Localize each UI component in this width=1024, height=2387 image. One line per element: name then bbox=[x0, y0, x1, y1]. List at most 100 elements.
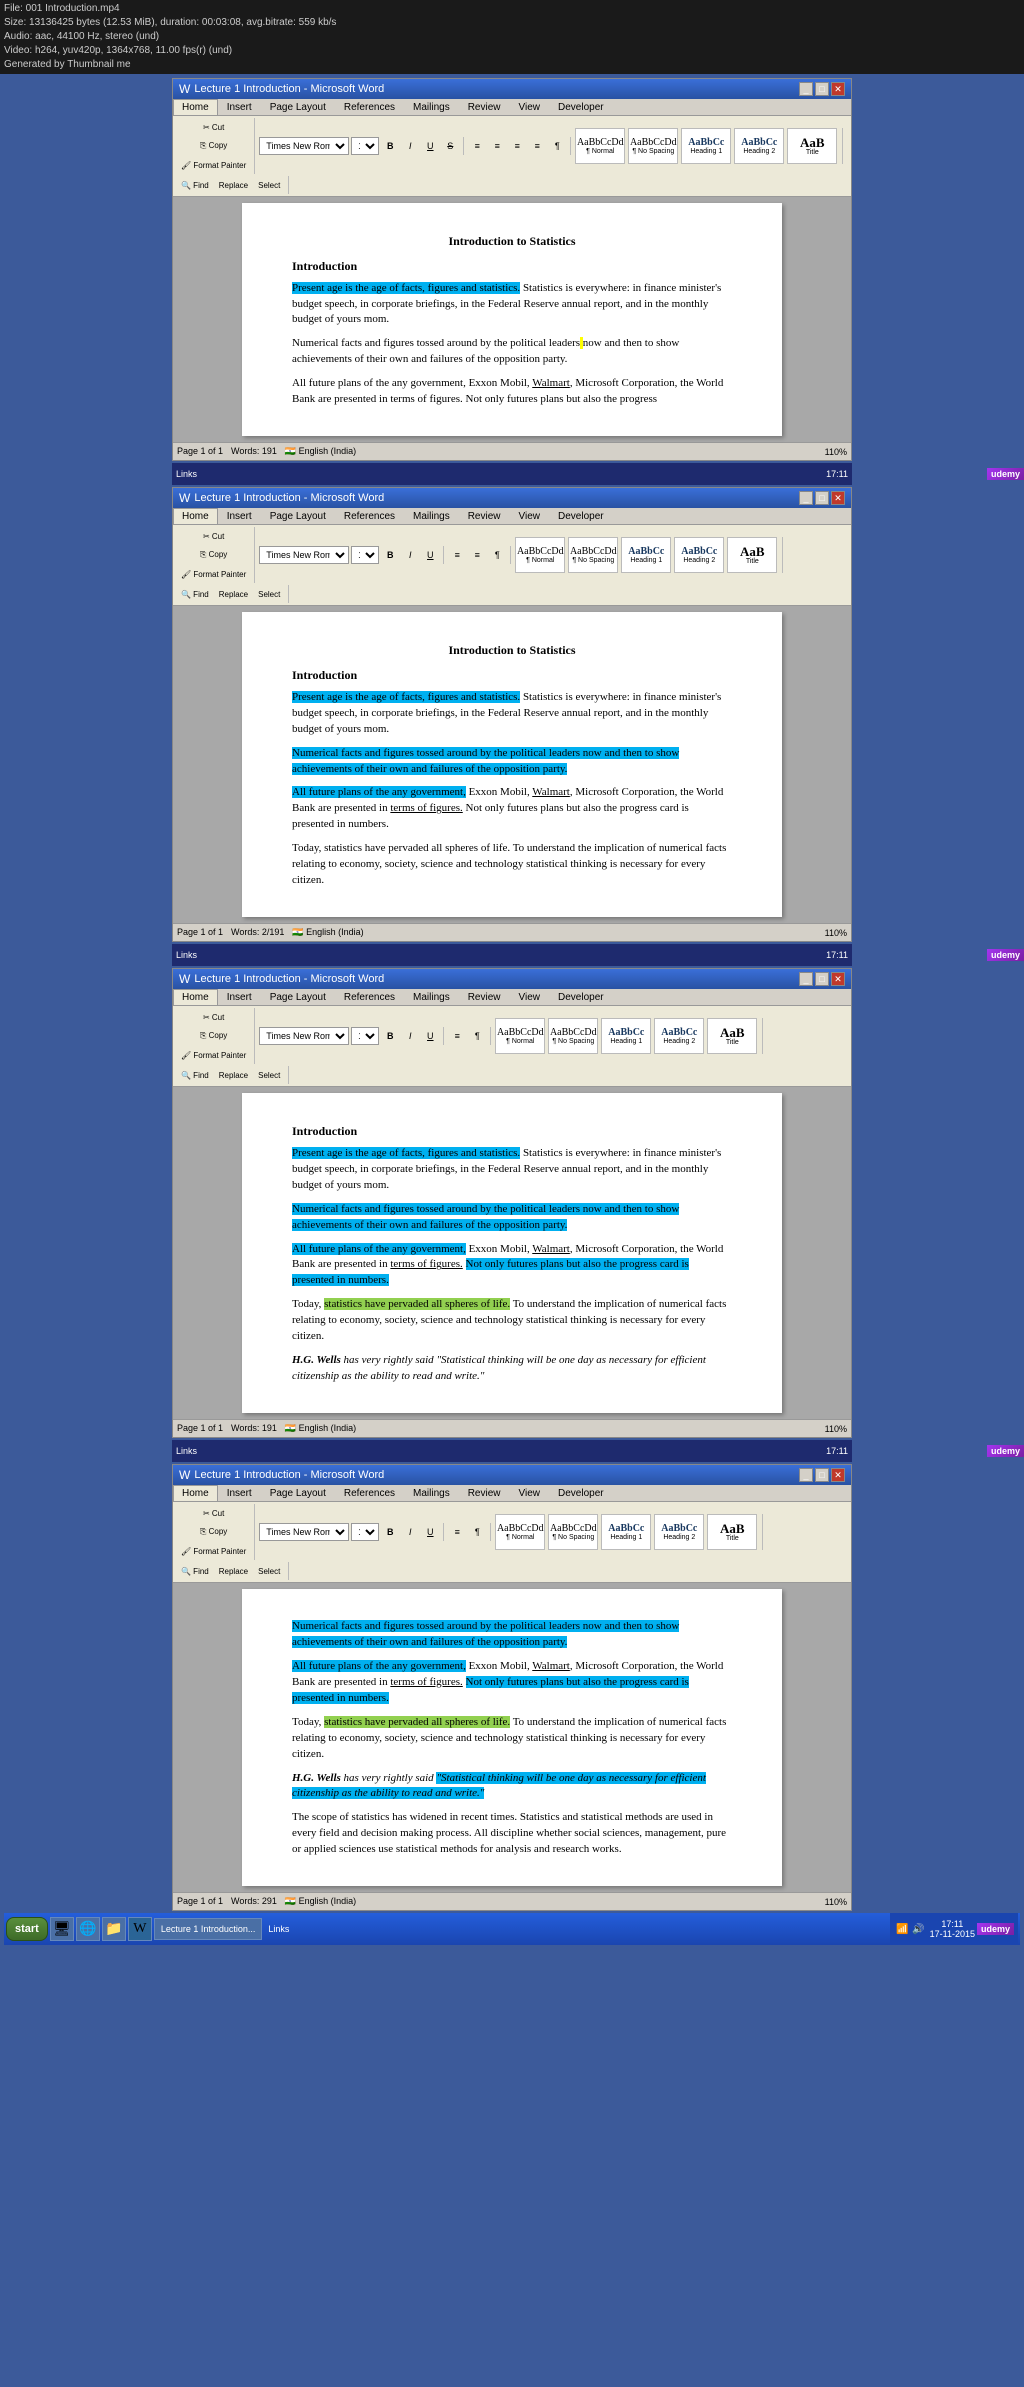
minimize-button-1[interactable]: _ bbox=[799, 82, 813, 96]
replace-button-2[interactable]: Replace bbox=[215, 585, 252, 603]
find-button-1[interactable]: 🔍 Find bbox=[177, 176, 213, 194]
cut-button-3[interactable]: ✂ Cut bbox=[177, 1008, 250, 1026]
align-left-4[interactable]: ≡ bbox=[448, 1523, 466, 1541]
tab-references-1[interactable]: References bbox=[335, 99, 404, 115]
tab-insert-2[interactable]: Insert bbox=[218, 508, 261, 524]
style-normal-2[interactable]: AaBbCcDd ¶ Normal bbox=[515, 537, 565, 573]
bold-button-4[interactable]: B bbox=[381, 1523, 399, 1541]
style-title-1[interactable]: AaB Title bbox=[787, 128, 837, 164]
underline-button-3[interactable]: U bbox=[421, 1027, 439, 1045]
align-left-1[interactable]: ≡ bbox=[468, 137, 486, 155]
tab-references-3[interactable]: References bbox=[335, 989, 404, 1005]
minimize-button-4[interactable]: _ bbox=[799, 1468, 813, 1482]
format-painter-1[interactable]: 🖌 Format Painter bbox=[177, 156, 250, 174]
start-button[interactable]: start bbox=[6, 1917, 48, 1941]
font-size-1[interactable]: 12 bbox=[351, 137, 379, 155]
tab-pagelayout-3[interactable]: Page Layout bbox=[261, 989, 335, 1005]
justify-1[interactable]: ≡ bbox=[528, 137, 546, 155]
minimize-button-2[interactable]: _ bbox=[799, 491, 813, 505]
style-heading1-1[interactable]: AaBbCc Heading 1 bbox=[681, 128, 731, 164]
close-button-1[interactable]: ✕ bbox=[831, 82, 845, 96]
style-nospacing-2[interactable]: AaBbCcDd ¶ No Spacing bbox=[568, 537, 618, 573]
maximize-button-1[interactable]: □ bbox=[815, 82, 829, 96]
format-painter-2[interactable]: 🖌 Format Painter bbox=[177, 565, 250, 583]
select-button-1[interactable]: Select bbox=[254, 176, 284, 194]
tab-review-4[interactable]: Review bbox=[459, 1485, 510, 1501]
style-heading1-4[interactable]: AaBbCc Heading 1 bbox=[601, 1514, 651, 1550]
copy-button-3[interactable]: ⎘ Copy bbox=[177, 1027, 250, 1045]
format-painter-3[interactable]: 🖌 Format Painter bbox=[177, 1046, 250, 1064]
tab-review-1[interactable]: Review bbox=[459, 99, 510, 115]
tab-developer-2[interactable]: Developer bbox=[549, 508, 613, 524]
tab-home-2[interactable]: Home bbox=[173, 508, 218, 524]
align-right-1[interactable]: ≡ bbox=[508, 137, 526, 155]
bold-button-3[interactable]: B bbox=[381, 1027, 399, 1045]
align-left-3[interactable]: ≡ bbox=[448, 1027, 466, 1045]
align-center-2[interactable]: ≡ bbox=[468, 546, 486, 564]
bold-button-2[interactable]: B bbox=[381, 546, 399, 564]
maximize-button-3[interactable]: □ bbox=[815, 972, 829, 986]
style-title-2[interactable]: AaB Title bbox=[727, 537, 777, 573]
font-selector-2[interactable]: Times New Roman bbox=[259, 546, 349, 564]
find-button-4[interactable]: 🔍 Find bbox=[177, 1562, 213, 1580]
tab-developer-4[interactable]: Developer bbox=[549, 1485, 613, 1501]
underline-button-2[interactable]: U bbox=[421, 546, 439, 564]
taskbar-icon-1[interactable]: 🖥 bbox=[50, 1917, 74, 1941]
tab-mailings-3[interactable]: Mailings bbox=[404, 989, 459, 1005]
tab-pagelayout-1[interactable]: Page Layout bbox=[261, 99, 335, 115]
doc-page-2[interactable]: Introduction to Statistics Introduction … bbox=[242, 612, 782, 917]
find-button-2[interactable]: 🔍 Find bbox=[177, 585, 213, 603]
style-heading2-2[interactable]: AaBbCc Heading 2 bbox=[674, 537, 724, 573]
strikethrough-button-1[interactable]: S bbox=[441, 137, 459, 155]
font-size-2[interactable]: 12 bbox=[351, 546, 379, 564]
close-button-3[interactable]: ✕ bbox=[831, 972, 845, 986]
style-title-4[interactable]: AaB Title bbox=[707, 1514, 757, 1550]
tab-insert-4[interactable]: Insert bbox=[218, 1485, 261, 1501]
font-selector-3[interactable]: Times New Roman bbox=[259, 1027, 349, 1045]
close-button-2[interactable]: ✕ bbox=[831, 491, 845, 505]
cut-button-1[interactable]: ✂ Cut bbox=[177, 118, 250, 136]
taskbar-icon-3[interactable]: 📁 bbox=[102, 1917, 126, 1941]
paragraph-mark-1[interactable]: ¶ bbox=[548, 137, 566, 155]
underline-button-1[interactable]: U bbox=[421, 137, 439, 155]
style-heading2-3[interactable]: AaBbCc Heading 2 bbox=[654, 1018, 704, 1054]
select-button-4[interactable]: Select bbox=[254, 1562, 284, 1580]
tab-references-4[interactable]: References bbox=[335, 1485, 404, 1501]
close-button-4[interactable]: ✕ bbox=[831, 1468, 845, 1482]
tab-review-2[interactable]: Review bbox=[459, 508, 510, 524]
minimize-button-3[interactable]: _ bbox=[799, 972, 813, 986]
bold-button-1[interactable]: B bbox=[381, 137, 399, 155]
select-button-2[interactable]: Select bbox=[254, 585, 284, 603]
tab-view-1[interactable]: View bbox=[510, 99, 550, 115]
tab-review-3[interactable]: Review bbox=[459, 989, 510, 1005]
tab-mailings-2[interactable]: Mailings bbox=[404, 508, 459, 524]
style-heading1-3[interactable]: AaBbCc Heading 1 bbox=[601, 1018, 651, 1054]
doc-page-1[interactable]: Introduction to Statistics Introduction … bbox=[242, 203, 782, 436]
style-nospacing-3[interactable]: AaBbCcDd ¶ No Spacing bbox=[548, 1018, 598, 1054]
replace-button-3[interactable]: Replace bbox=[215, 1066, 252, 1084]
find-button-3[interactable]: 🔍 Find bbox=[177, 1066, 213, 1084]
tab-references-2[interactable]: References bbox=[335, 508, 404, 524]
italic-button-2[interactable]: I bbox=[401, 546, 419, 564]
font-selector-1[interactable]: Times New Roman bbox=[259, 137, 349, 155]
style-normal-3[interactable]: AaBbCcDd ¶ Normal bbox=[495, 1018, 545, 1054]
style-heading2-1[interactable]: AaBbCc Heading 2 bbox=[734, 128, 784, 164]
font-size-3[interactable]: 12 bbox=[351, 1027, 379, 1045]
italic-button-3[interactable]: I bbox=[401, 1027, 419, 1045]
style-nospacing-4[interactable]: AaBbCcDd ¶ No Spacing bbox=[548, 1514, 598, 1550]
tab-pagelayout-2[interactable]: Page Layout bbox=[261, 508, 335, 524]
taskbar-icon-2[interactable]: 🌐 bbox=[76, 1917, 100, 1941]
select-button-3[interactable]: Select bbox=[254, 1066, 284, 1084]
maximize-button-4[interactable]: □ bbox=[815, 1468, 829, 1482]
tab-pagelayout-4[interactable]: Page Layout bbox=[261, 1485, 335, 1501]
align-center-1[interactable]: ≡ bbox=[488, 137, 506, 155]
tab-mailings-1[interactable]: Mailings bbox=[404, 99, 459, 115]
tab-home-3[interactable]: Home bbox=[173, 989, 218, 1005]
copy-button-4[interactable]: ⎘ Copy bbox=[177, 1523, 250, 1541]
style-heading2-4[interactable]: AaBbCc Heading 2 bbox=[654, 1514, 704, 1550]
style-normal-1[interactable]: AaBbCcDd ¶ Normal bbox=[575, 128, 625, 164]
copy-button-2[interactable]: ⎘ Copy bbox=[177, 546, 250, 564]
style-normal-4[interactable]: AaBbCcDd ¶ Normal bbox=[495, 1514, 545, 1550]
tab-view-4[interactable]: View bbox=[510, 1485, 550, 1501]
tab-mailings-4[interactable]: Mailings bbox=[404, 1485, 459, 1501]
